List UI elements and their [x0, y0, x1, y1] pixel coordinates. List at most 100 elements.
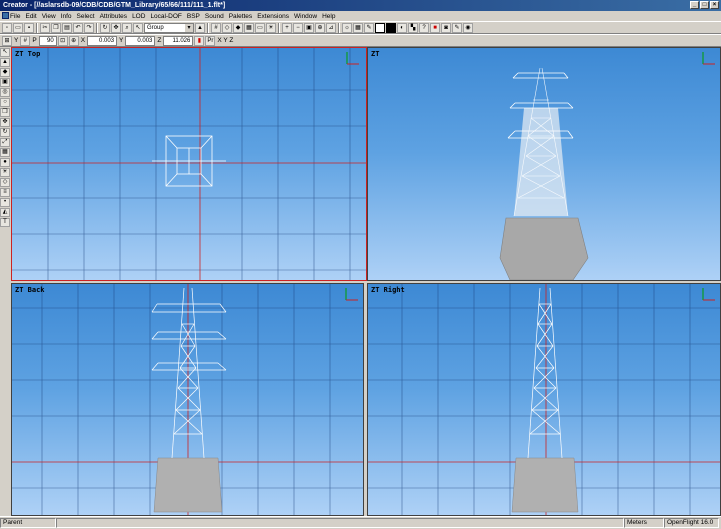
tool-palette: ↖ ▲ ◆ ▣ ◎ ○ ❐ ✥ ↻ ⤢ ▦ ● ☀ ◇ ≡ • ◭ T — [0, 47, 11, 227]
zoom-icon[interactable]: ⌕ — [122, 22, 132, 33]
axis-gizmo-top — [346, 52, 359, 65]
scale-tool-icon[interactable]: ⤢ — [0, 138, 10, 147]
primary-color-swatch[interactable] — [375, 22, 385, 33]
texture-tool-icon[interactable]: ▦ — [0, 148, 10, 157]
y-coordinate-field[interactable]: 0.003 — [125, 35, 156, 46]
menu-attributes[interactable]: Attributes — [100, 13, 127, 20]
paste-icon[interactable]: ▤ — [62, 22, 72, 33]
menu-edit[interactable]: Edit — [25, 13, 36, 20]
cut-icon[interactable]: ✂ — [40, 22, 50, 33]
rotate-tool-icon[interactable]: ↻ — [0, 128, 10, 137]
select-tool-icon[interactable]: ↖ — [0, 48, 10, 57]
stop-icon[interactable]: ■ — [430, 22, 440, 33]
terrain-tool-icon[interactable]: ◭ — [0, 208, 10, 217]
document-icon[interactable] — [2, 12, 9, 19]
fit-view-icon[interactable]: ▣ — [304, 22, 314, 33]
create-tool-icon[interactable]: ▲ — [0, 58, 10, 67]
color-tool-icon[interactable]: ● — [0, 158, 10, 167]
z-coordinate-field[interactable]: 11.026 — [163, 35, 194, 46]
sphere-tool-icon[interactable]: ○ — [0, 98, 10, 107]
status-units: Meters — [624, 518, 664, 528]
menu-view[interactable]: View — [42, 13, 56, 20]
viewport-top[interactable]: ZT Top — [11, 47, 367, 281]
menu-info[interactable]: Info — [61, 13, 72, 20]
redo-icon[interactable]: ↷ — [84, 22, 94, 33]
help-icon[interactable]: ? — [419, 22, 429, 33]
light-tool-icon[interactable]: ☀ — [0, 168, 10, 177]
menu-sound[interactable]: Sound — [205, 13, 224, 20]
grid-option-icon[interactable]: ⊡ — [57, 35, 68, 46]
menu-bar: File Edit View Info Select Attributes LO… — [0, 11, 721, 21]
pan-icon[interactable]: ✥ — [111, 22, 121, 33]
grid-count-field[interactable]: 90 — [38, 35, 57, 46]
menu-help[interactable]: Help — [322, 13, 335, 20]
texture-palette-icon[interactable]: ▦ — [353, 22, 363, 33]
status-message — [56, 518, 624, 528]
vertex-tool-icon[interactable]: • — [0, 198, 10, 207]
folder-icon[interactable]: ▭ — [255, 22, 265, 33]
translate-tool-icon[interactable]: ✥ — [0, 118, 10, 127]
secondary-color-swatch[interactable] — [386, 22, 396, 33]
viewport-right[interactable]: ZT Right — [367, 283, 721, 516]
x-coordinate-field[interactable]: 0.003 — [87, 35, 118, 46]
text-tool-icon[interactable]: T — [0, 218, 10, 227]
open-folder-icon[interactable]: ▭ — [13, 22, 23, 33]
eye-icon[interactable]: ◉ — [463, 22, 473, 33]
modify-tool-icon[interactable]: ◆ — [0, 68, 10, 77]
grid-snap-icon[interactable]: # — [20, 35, 31, 46]
minimize-button[interactable]: _ — [690, 1, 699, 9]
undo-icon[interactable]: ↶ — [73, 22, 83, 33]
menu-local-dof[interactable]: Local-DOF — [150, 13, 181, 20]
tower-perspective-model — [499, 67, 589, 280]
y-label: Y — [119, 37, 124, 44]
hierarchy-level-select[interactable]: Group — [144, 22, 194, 33]
select-arrow-icon[interactable]: ↖ — [133, 22, 143, 33]
close-button[interactable]: × — [710, 1, 719, 9]
wireframe-icon[interactable]: ◇ — [222, 22, 232, 33]
menu-palettes[interactable]: Palettes — [229, 13, 253, 20]
apply-coordinate-icon[interactable]: ▮ — [194, 35, 205, 46]
menu-extensions[interactable]: Extensions — [257, 13, 289, 20]
axis-gizmo-right — [702, 288, 715, 301]
shaded-icon[interactable]: ◆ — [233, 22, 243, 33]
title-bar: Creator - [//aslarsdb-09/CDB/CDB/GTM_Lib… — [0, 0, 721, 11]
axis-y-label: Y — [14, 37, 19, 44]
maximize-button[interactable]: □ — [700, 1, 709, 9]
shape-tool-icon[interactable]: ◎ — [0, 88, 10, 97]
camera-icon[interactable]: ◙ — [441, 22, 451, 33]
level-up-icon[interactable]: ▲ — [195, 22, 205, 33]
p-label: P — [32, 37, 37, 44]
duplicate-tool-icon[interactable]: ❐ — [0, 108, 10, 117]
axis-lock-flags[interactable]: X Y Z — [216, 37, 234, 44]
viewport-perspective[interactable]: ZT — [367, 47, 721, 281]
face-tool-icon[interactable]: ▣ — [0, 78, 10, 87]
geometry-tool-icon[interactable]: ◇ — [0, 178, 10, 187]
snap-icon[interactable]: ⊕ — [315, 22, 325, 33]
measure-icon[interactable]: ⊿ — [326, 22, 336, 33]
light-icon[interactable]: ☼ — [342, 22, 352, 33]
status-parent: Parent — [0, 518, 56, 528]
checker-icon[interactable]: ▚ — [408, 22, 418, 33]
lighting-icon[interactable]: ☀ — [266, 22, 276, 33]
track-plane-icon[interactable]: ⊞ — [2, 35, 12, 46]
attribute-tool-icon[interactable]: ≡ — [0, 188, 10, 197]
zoom-in-icon[interactable]: + — [282, 22, 292, 33]
brush-icon[interactable]: ✎ — [364, 22, 374, 33]
copy-icon[interactable]: ❐ — [51, 22, 61, 33]
menu-lod[interactable]: LOD — [132, 13, 145, 20]
rotate-view-icon[interactable]: ↻ — [100, 22, 110, 33]
pencil-icon[interactable]: ✎ — [452, 22, 462, 33]
save-icon[interactable]: ▪ — [24, 22, 34, 33]
grid-icon[interactable]: # — [211, 22, 221, 33]
zoom-out-icon[interactable]: − — [293, 22, 303, 33]
material-icon[interactable]: ◐ — [397, 22, 407, 33]
menu-select[interactable]: Select — [77, 13, 95, 20]
menu-file[interactable]: File — [10, 13, 20, 20]
textured-icon[interactable]: ▦ — [244, 22, 254, 33]
viewport-back[interactable]: ZT Back — [11, 283, 364, 516]
new-file-icon[interactable]: ▫ — [2, 22, 12, 33]
relative-toggle-icon[interactable]: Pr — [205, 35, 216, 46]
snap-option-icon[interactable]: ⊕ — [68, 35, 79, 46]
menu-bsp[interactable]: BSP — [187, 13, 200, 20]
menu-window[interactable]: Window — [294, 13, 317, 20]
